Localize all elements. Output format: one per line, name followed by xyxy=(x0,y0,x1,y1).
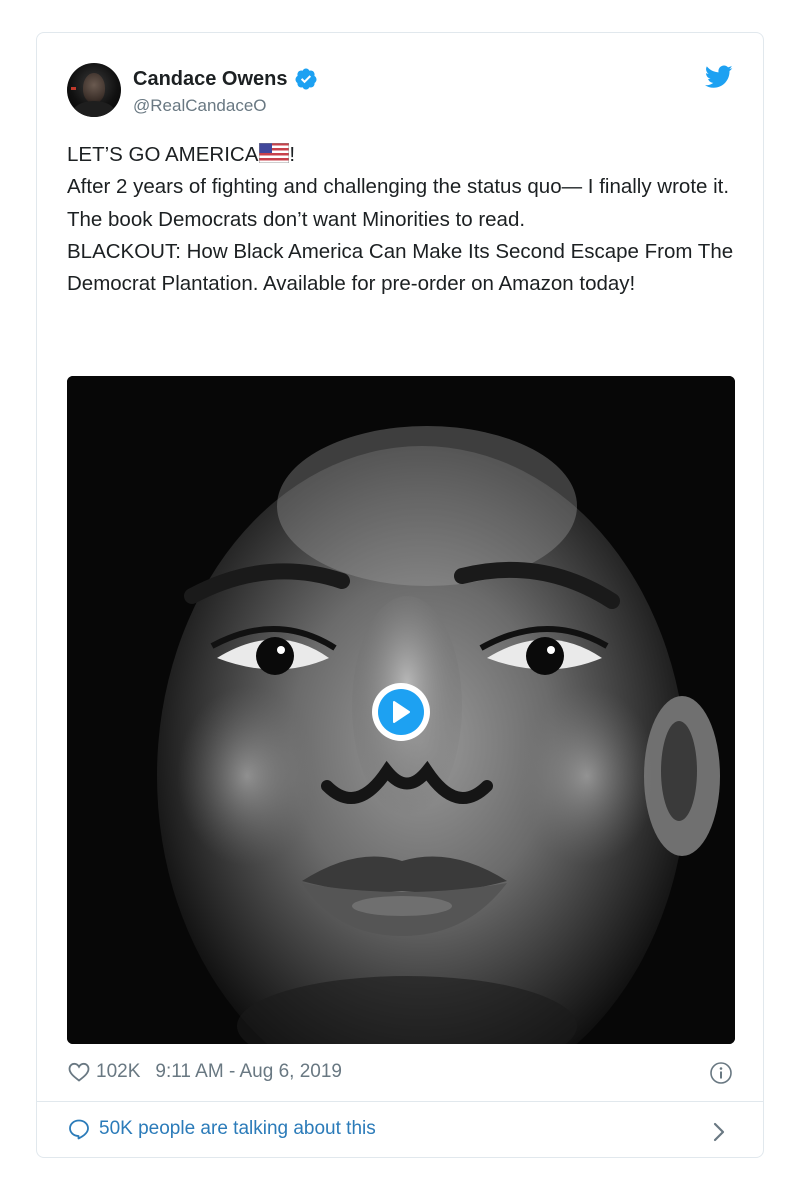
tweet-timestamp[interactable]: 9:11 AM - Aug 6, 2019 xyxy=(155,1061,342,1083)
author-name-row[interactable]: Candace Owens xyxy=(133,67,318,91)
conversation-label: 50K people are talking about this xyxy=(99,1118,376,1139)
twitter-bird-icon[interactable] xyxy=(705,65,733,89)
play-button[interactable] xyxy=(372,683,430,741)
tweet-body: After 2 years of fighting and challengin… xyxy=(67,175,734,296)
play-button-circle xyxy=(378,689,424,735)
chevron-right-icon[interactable] xyxy=(711,1121,727,1143)
avatar[interactable] xyxy=(67,63,121,117)
video-player[interactable] xyxy=(67,376,735,1044)
verified-badge-icon xyxy=(295,68,317,90)
tweet-headline: LET’S GO AMERICA xyxy=(67,143,259,166)
like-button[interactable]: 102K xyxy=(67,1060,155,1084)
us-flag-icon xyxy=(259,143,290,163)
tweet-text: LET’S GO AMERICA ! After 2 years of figh… xyxy=(67,139,747,300)
info-icon[interactable] xyxy=(709,1061,733,1085)
tweet-headline-suffix: ! xyxy=(289,143,296,166)
speech-bubble-icon xyxy=(69,1119,89,1140)
tweet-card: Candace Owens @RealCandaceO LET’S GO AME… xyxy=(36,32,764,1158)
avatar-accent xyxy=(71,87,76,90)
avatar-face xyxy=(83,73,105,103)
tweet-meta: 102K 9:11 AM - Aug 6, 2019 xyxy=(67,1060,342,1084)
heart-icon xyxy=(68,1062,90,1082)
avatar-shoulders xyxy=(73,101,115,117)
author-display-name[interactable]: Candace Owens xyxy=(133,68,288,91)
like-count: 102K xyxy=(96,1061,141,1082)
conversation-link[interactable]: 50K people are talking about this xyxy=(67,1117,376,1141)
play-icon xyxy=(393,701,410,723)
divider xyxy=(37,1101,763,1102)
author-handle[interactable]: @RealCandaceO xyxy=(133,96,267,116)
